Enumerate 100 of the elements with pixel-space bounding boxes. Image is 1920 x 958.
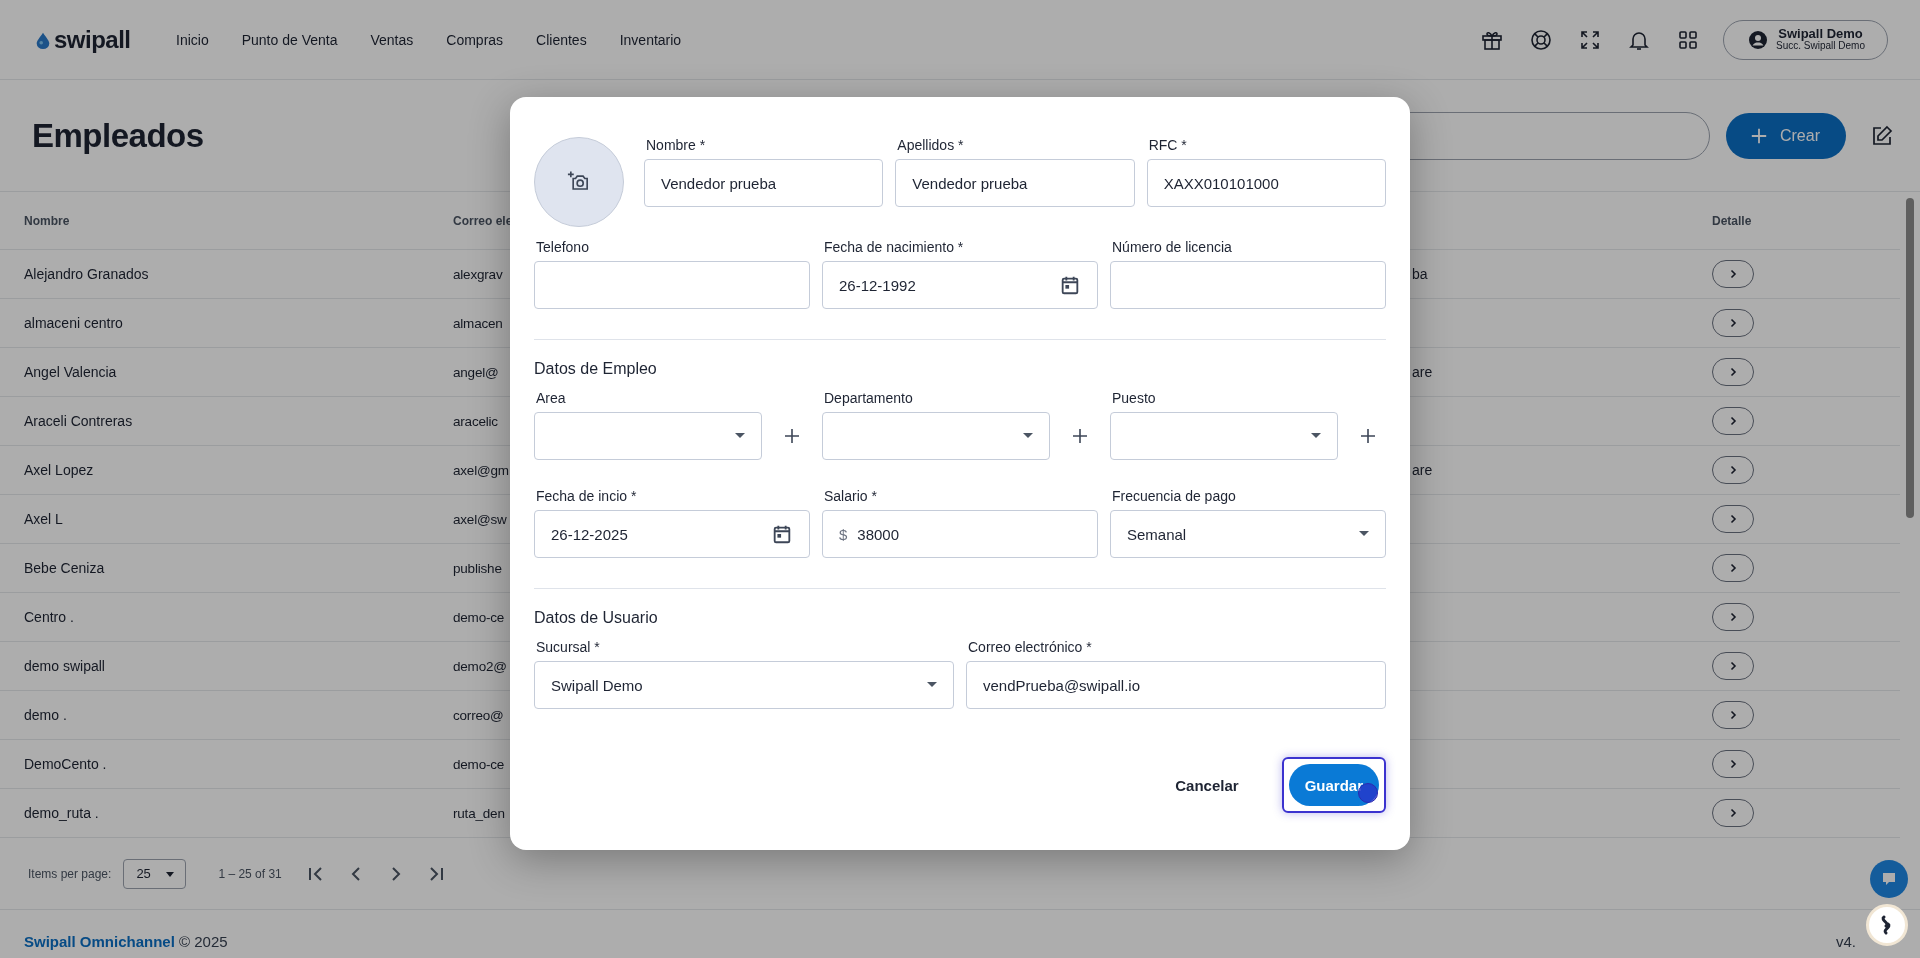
column-header: Detalle <box>1712 213 1753 228</box>
select-field[interactable]: Swipall Demo <box>534 661 954 709</box>
input-field[interactable]: $ 38000 <box>822 510 1098 558</box>
table-cell: are <box>1412 364 1433 380</box>
field-label: Nombre * <box>645 137 707 153</box>
items-per-page-label: Items per page: <box>28 866 112 881</box>
user-branch: Succ. Swipall Demo <box>1776 41 1865 52</box>
plus-icon <box>1070 426 1090 446</box>
table-cell: are <box>1412 462 1433 478</box>
table-cell: aracelic <box>453 414 498 429</box>
input-field[interactable]: Vendedor prueba <box>895 159 1135 207</box>
select-field[interactable] <box>534 412 762 460</box>
section-title: Datos de Empleo <box>534 360 658 378</box>
field-label: Sucursal * <box>535 639 601 655</box>
detail-button[interactable] <box>1712 652 1754 680</box>
table-cell: correo@ <box>453 708 504 723</box>
save-button[interactable]: Guardar <box>1288 764 1379 806</box>
swipall-launcher-button[interactable] <box>1866 904 1908 946</box>
detail-button[interactable] <box>1712 603 1754 631</box>
cancel-button[interactable]: Cancelar <box>1163 764 1251 806</box>
field-label: Frecuencia de pago <box>1111 488 1237 504</box>
table-cell: demo-ce <box>453 610 505 625</box>
scrollbar[interactable] <box>1906 198 1914 518</box>
logo-text: swipall <box>54 25 131 54</box>
field-label: Departamento <box>823 390 914 406</box>
table-cell-text: almaceni centro <box>24 315 124 331</box>
field-label: Número de licencia <box>1111 239 1233 255</box>
page-title: Empleados <box>32 116 204 155</box>
nav-link[interactable]: Compras <box>446 31 504 48</box>
field-label: Area <box>535 390 567 406</box>
detail-button[interactable] <box>1712 358 1754 386</box>
calendar-icon[interactable] <box>771 523 793 545</box>
input-field[interactable]: vendPrueba@swipall.io <box>966 661 1386 709</box>
table-cell: demo-ce <box>453 757 505 772</box>
detail-button[interactable] <box>1712 260 1754 288</box>
input-field[interactable] <box>534 261 810 309</box>
table-cell-text: Araceli Contreras <box>24 413 134 429</box>
table-cell-text: demo . <box>24 707 68 723</box>
table-cell-text: demo_ruta . <box>24 805 100 821</box>
column-header: Nombre <box>24 213 71 228</box>
field-label: Puesto <box>1111 390 1157 406</box>
detail-button[interactable] <box>1712 701 1754 729</box>
table-cell: ba <box>1412 266 1428 282</box>
detail-button[interactable] <box>1712 505 1754 533</box>
table-cell: demo2@ <box>453 659 507 674</box>
user-menu-button[interactable]: Swipall Demo Succ. Swipall Demo <box>1723 19 1888 60</box>
plus-icon <box>1750 126 1768 145</box>
table-cell: axel@sw <box>453 512 507 527</box>
account-icon <box>1748 29 1769 50</box>
input-field[interactable]: Vendedor prueba <box>644 159 884 207</box>
table-cell-text: DemoCento . <box>24 756 108 772</box>
user-name: Swipall Demo <box>1778 27 1863 42</box>
dropdown-caret-icon <box>927 682 937 688</box>
select-field[interactable]: Semanal <box>1110 510 1386 558</box>
table-cell-text: Axel Lopez <box>24 462 95 478</box>
create-button[interactable]: Crear <box>1726 112 1846 159</box>
dropdown-caret-icon <box>1311 433 1321 439</box>
detail-button[interactable] <box>1712 799 1754 827</box>
currency-prefix: $ <box>839 525 848 543</box>
nav-link[interactable]: Ventas <box>370 31 414 48</box>
edit-icon[interactable] <box>1870 123 1894 148</box>
dropdown-caret-icon <box>1023 433 1033 439</box>
select-field[interactable] <box>1110 412 1338 460</box>
table-cell-text: Centro . <box>24 609 75 625</box>
footer-copyright: Swipall Omnichannel © 2025 <box>24 932 228 950</box>
table-cell: axel@gm <box>453 463 509 478</box>
calendar-icon[interactable] <box>1059 274 1081 296</box>
table-cell: publishe <box>453 561 502 576</box>
detail-button[interactable] <box>1712 554 1754 582</box>
field-label: Fecha de incio * <box>535 488 638 504</box>
detail-button[interactable] <box>1712 750 1754 778</box>
input-field[interactable] <box>1110 261 1386 309</box>
date-field[interactable]: 26-12-2025 <box>534 510 810 558</box>
table-cell: angel@ <box>453 365 499 380</box>
table-cell-text: demo swipall <box>24 658 106 674</box>
section-title: Datos de Usuario <box>534 609 659 627</box>
field-label: Correo electrónico * <box>967 639 1093 655</box>
nav-link[interactable]: Inicio <box>176 31 209 48</box>
field-label: Salario * <box>823 488 878 504</box>
table-cell-text: Bebe Ceniza <box>24 560 106 576</box>
detail-button[interactable] <box>1712 456 1754 484</box>
select-field[interactable] <box>822 412 1050 460</box>
page-size-select[interactable]: 25 <box>123 858 187 889</box>
table-cell: almacen <box>453 316 503 331</box>
chat-button[interactable] <box>1870 860 1908 898</box>
nav-link[interactable]: Clientes <box>536 31 587 48</box>
nav-link[interactable]: Inventario <box>619 31 682 48</box>
field-label: RFC * <box>1147 137 1188 153</box>
nav-link[interactable]: Punto de Venta <box>241 31 338 48</box>
field-label: Fecha de nacimiento * <box>823 239 965 255</box>
table-cell-text: Alejandro Granados <box>24 266 150 282</box>
lifebuoy-icon[interactable] <box>1529 27 1554 52</box>
table-cell-text: Angel Valencia <box>24 364 118 380</box>
input-field[interactable]: XAXX010101000 <box>1146 159 1386 207</box>
table-cell: ruta_den <box>453 806 505 821</box>
detail-button[interactable] <box>1712 407 1754 435</box>
dropdown-caret-icon <box>735 433 745 439</box>
detail-button[interactable] <box>1712 309 1754 337</box>
date-field[interactable]: 26-12-1992 <box>822 261 1098 309</box>
plus-icon <box>1358 426 1378 446</box>
